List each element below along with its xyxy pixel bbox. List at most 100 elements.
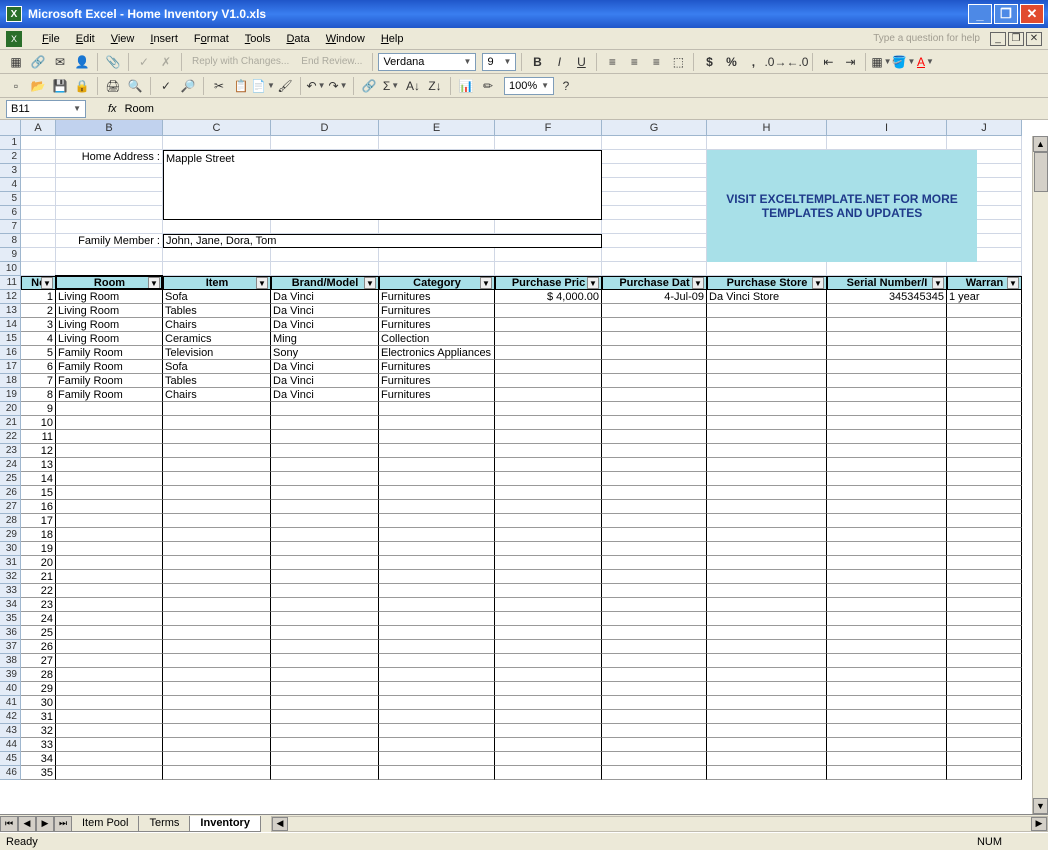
- hyperlink-button[interactable]: 🔗: [359, 76, 379, 96]
- data-cell[interactable]: [163, 682, 271, 696]
- save-button[interactable]: 💾: [50, 76, 70, 96]
- data-cell[interactable]: [827, 500, 947, 514]
- increase-decimal-button[interactable]: .0→: [765, 52, 785, 72]
- row-header-17[interactable]: 17: [0, 360, 21, 374]
- data-cell[interactable]: [707, 626, 827, 640]
- data-cell[interactable]: [379, 486, 495, 500]
- data-cell[interactable]: [602, 556, 707, 570]
- data-cell[interactable]: [947, 612, 1022, 626]
- row-header-12[interactable]: 12: [0, 290, 21, 304]
- data-cell[interactable]: [602, 724, 707, 738]
- font-selector[interactable]: Verdana▼: [378, 53, 476, 71]
- data-cell[interactable]: [495, 332, 602, 346]
- data-cell[interactable]: [163, 668, 271, 682]
- data-cell[interactable]: [271, 402, 379, 416]
- data-cell[interactable]: [56, 486, 163, 500]
- data-cell[interactable]: [947, 738, 1022, 752]
- col-header-E[interactable]: E: [379, 120, 495, 136]
- row-header-13[interactable]: 13: [0, 304, 21, 318]
- header-category[interactable]: Category▼: [379, 276, 495, 290]
- print-button[interactable]: 🖨: [103, 76, 123, 96]
- data-cell[interactable]: [163, 402, 271, 416]
- data-cell[interactable]: [947, 430, 1022, 444]
- row-header-23[interactable]: 23: [0, 444, 21, 458]
- data-cell[interactable]: [379, 430, 495, 444]
- data-cell[interactable]: [947, 388, 1022, 402]
- decrease-decimal-button[interactable]: ←.0: [787, 52, 807, 72]
- workbook-icon[interactable]: X: [6, 31, 22, 47]
- paste-button[interactable]: 📄▼: [253, 76, 273, 96]
- col-header-G[interactable]: G: [602, 120, 707, 136]
- percent-button[interactable]: %: [721, 52, 741, 72]
- data-cell[interactable]: Family Room: [56, 346, 163, 360]
- autosum-button[interactable]: Σ▼: [381, 76, 401, 96]
- data-cell[interactable]: Furnitures: [379, 304, 495, 318]
- open-button[interactable]: 📂: [28, 76, 48, 96]
- data-cell[interactable]: [56, 458, 163, 472]
- tab-inventory[interactable]: Inventory: [189, 816, 261, 832]
- col-header-H[interactable]: H: [707, 120, 827, 136]
- data-cell[interactable]: [602, 472, 707, 486]
- data-cell[interactable]: Furnitures: [379, 360, 495, 374]
- filter-dropdown-icon[interactable]: ▼: [256, 277, 268, 289]
- data-cell[interactable]: Tables: [163, 304, 271, 318]
- data-cell[interactable]: [271, 584, 379, 598]
- link-icon[interactable]: 🔗: [28, 52, 48, 72]
- data-cell[interactable]: [163, 430, 271, 444]
- data-cell[interactable]: [707, 724, 827, 738]
- data-cell[interactable]: [271, 682, 379, 696]
- data-cell[interactable]: Furnitures: [379, 290, 495, 304]
- data-cell[interactable]: [495, 472, 602, 486]
- borders-button[interactable]: ▦▼: [871, 52, 891, 72]
- header-warranty[interactable]: Warran▼: [947, 276, 1022, 290]
- row-header-28[interactable]: 28: [0, 514, 21, 528]
- data-cell[interactable]: 19: [21, 542, 56, 556]
- data-cell[interactable]: [271, 486, 379, 500]
- data-cell[interactable]: [947, 458, 1022, 472]
- row-header-4[interactable]: 4: [0, 178, 21, 192]
- data-cell[interactable]: [495, 500, 602, 514]
- data-cell[interactable]: [271, 696, 379, 710]
- data-cell[interactable]: [707, 766, 827, 780]
- spellcheck-button[interactable]: ✓: [156, 76, 176, 96]
- data-cell[interactable]: [707, 654, 827, 668]
- data-cell[interactable]: [495, 766, 602, 780]
- row-header-44[interactable]: 44: [0, 738, 21, 752]
- data-cell[interactable]: [495, 318, 602, 332]
- data-cell[interactable]: [602, 766, 707, 780]
- data-cell[interactable]: 15: [21, 486, 56, 500]
- tab-item-pool[interactable]: Item Pool: [71, 816, 139, 832]
- data-cell[interactable]: [271, 556, 379, 570]
- data-cell[interactable]: [827, 304, 947, 318]
- header-item[interactable]: Item▼: [163, 276, 271, 290]
- row-header-22[interactable]: 22: [0, 430, 21, 444]
- home-address-value[interactable]: Mapple Street: [163, 150, 602, 220]
- data-cell[interactable]: [379, 458, 495, 472]
- font-size-selector[interactable]: 9▼: [482, 53, 516, 71]
- font-color-button[interactable]: A▼: [915, 52, 935, 72]
- header-brand-model[interactable]: Brand/Model▼: [271, 276, 379, 290]
- row-header-10[interactable]: 10: [0, 262, 21, 276]
- data-cell[interactable]: [163, 514, 271, 528]
- data-cell[interactable]: [56, 724, 163, 738]
- cells-area[interactable]: Home Address :Mapple StreetFamily Member…: [21, 136, 1048, 814]
- data-cell[interactable]: [602, 346, 707, 360]
- data-cell[interactable]: [495, 738, 602, 752]
- fill-color-button[interactable]: 🪣▼: [893, 52, 913, 72]
- data-cell[interactable]: [379, 500, 495, 514]
- data-cell[interactable]: [271, 766, 379, 780]
- row-header-42[interactable]: 42: [0, 710, 21, 724]
- data-cell[interactable]: 21: [21, 570, 56, 584]
- data-cell[interactable]: [947, 710, 1022, 724]
- data-cell[interactable]: [947, 668, 1022, 682]
- data-cell[interactable]: [707, 696, 827, 710]
- scroll-up-button[interactable]: ▲: [1033, 136, 1048, 152]
- data-cell[interactable]: [379, 570, 495, 584]
- data-cell[interactable]: [827, 430, 947, 444]
- data-cell[interactable]: [495, 374, 602, 388]
- tab-last-button[interactable]: ⏭: [54, 816, 72, 832]
- data-cell[interactable]: [602, 402, 707, 416]
- row-header-20[interactable]: 20: [0, 402, 21, 416]
- row-header-39[interactable]: 39: [0, 668, 21, 682]
- data-cell[interactable]: [495, 304, 602, 318]
